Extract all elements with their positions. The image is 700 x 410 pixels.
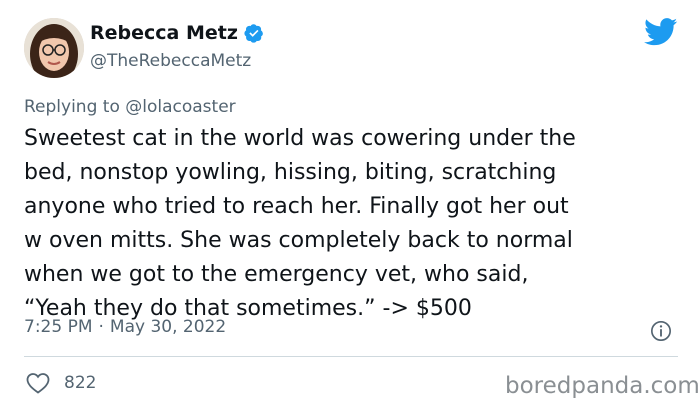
tweet-time: 7:25 PM	[24, 317, 93, 337]
author-handle[interactable]: @TheRebeccaMetz	[90, 51, 251, 71]
watermark: boredpanda.com	[505, 373, 700, 399]
info-icon[interactable]	[650, 320, 672, 342]
divider	[24, 356, 678, 357]
tweet-timestamp[interactable]: 7:25 PM · May 30, 2022	[24, 317, 226, 337]
avatar[interactable]	[24, 18, 84, 78]
timestamp-separator: ·	[98, 317, 104, 337]
author-name-row[interactable]: Rebecca Metz	[90, 22, 264, 44]
verified-badge-icon	[244, 24, 263, 43]
twitter-bird-icon[interactable]	[644, 18, 678, 46]
avatar-image	[24, 18, 84, 78]
like-count: 822	[64, 373, 97, 393]
tweet-date: May 30, 2022	[109, 317, 227, 337]
tweet-text: Sweetest cat in the world was cowering u…	[24, 126, 576, 321]
display-name[interactable]: Rebecca Metz	[90, 22, 238, 44]
replying-to-label[interactable]: Replying to @lolacoaster	[24, 97, 236, 117]
like-button[interactable]: 822	[26, 372, 96, 394]
heart-icon[interactable]	[26, 372, 50, 394]
